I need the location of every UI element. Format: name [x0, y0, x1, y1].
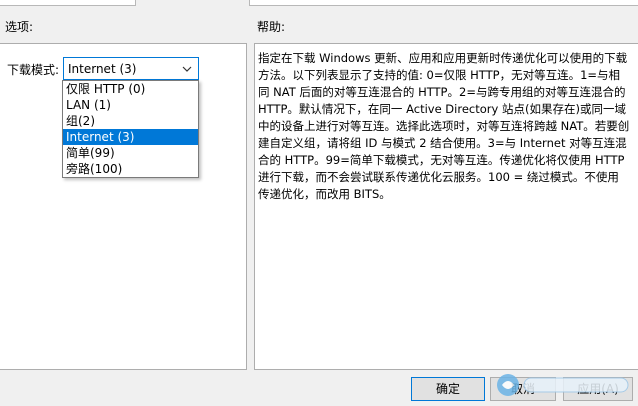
chevron-down-icon — [182, 66, 192, 72]
dropdown-option-group[interactable]: 组(2) — [63, 113, 198, 129]
watermark-logo-icon — [497, 374, 629, 396]
top-fields — [0, 0, 638, 6]
previous-comment-field — [249, 0, 638, 6]
download-mode-selected-value: Internet (3) — [68, 62, 137, 76]
help-heading: 帮助: — [257, 20, 286, 34]
help-text: 指定在下载 Windows 更新、应用和应用更新时传递优化可以使用的下载方法。以… — [258, 51, 630, 201]
previous-setting-field — [0, 0, 136, 6]
download-mode-combobox[interactable]: Internet (3) — [63, 57, 199, 80]
dropdown-option-simple[interactable]: 简单(99) — [63, 145, 198, 161]
download-mode-label: 下载模式: — [7, 63, 60, 77]
ok-button[interactable]: 确定 — [411, 377, 485, 401]
dropdown-option-http-only[interactable]: 仅限 HTTP (0) — [63, 81, 198, 97]
options-heading: 选项: — [5, 20, 34, 34]
dropdown-option-lan[interactable]: LAN (1) — [63, 97, 198, 113]
dropdown-option-internet[interactable]: Internet (3) — [63, 129, 198, 145]
download-mode-dropdown-list: 仅限 HTTP (0) LAN (1) 组(2) Internet (3) 简单… — [62, 80, 199, 178]
dropdown-option-bypass[interactable]: 旁路(100) — [63, 161, 198, 177]
